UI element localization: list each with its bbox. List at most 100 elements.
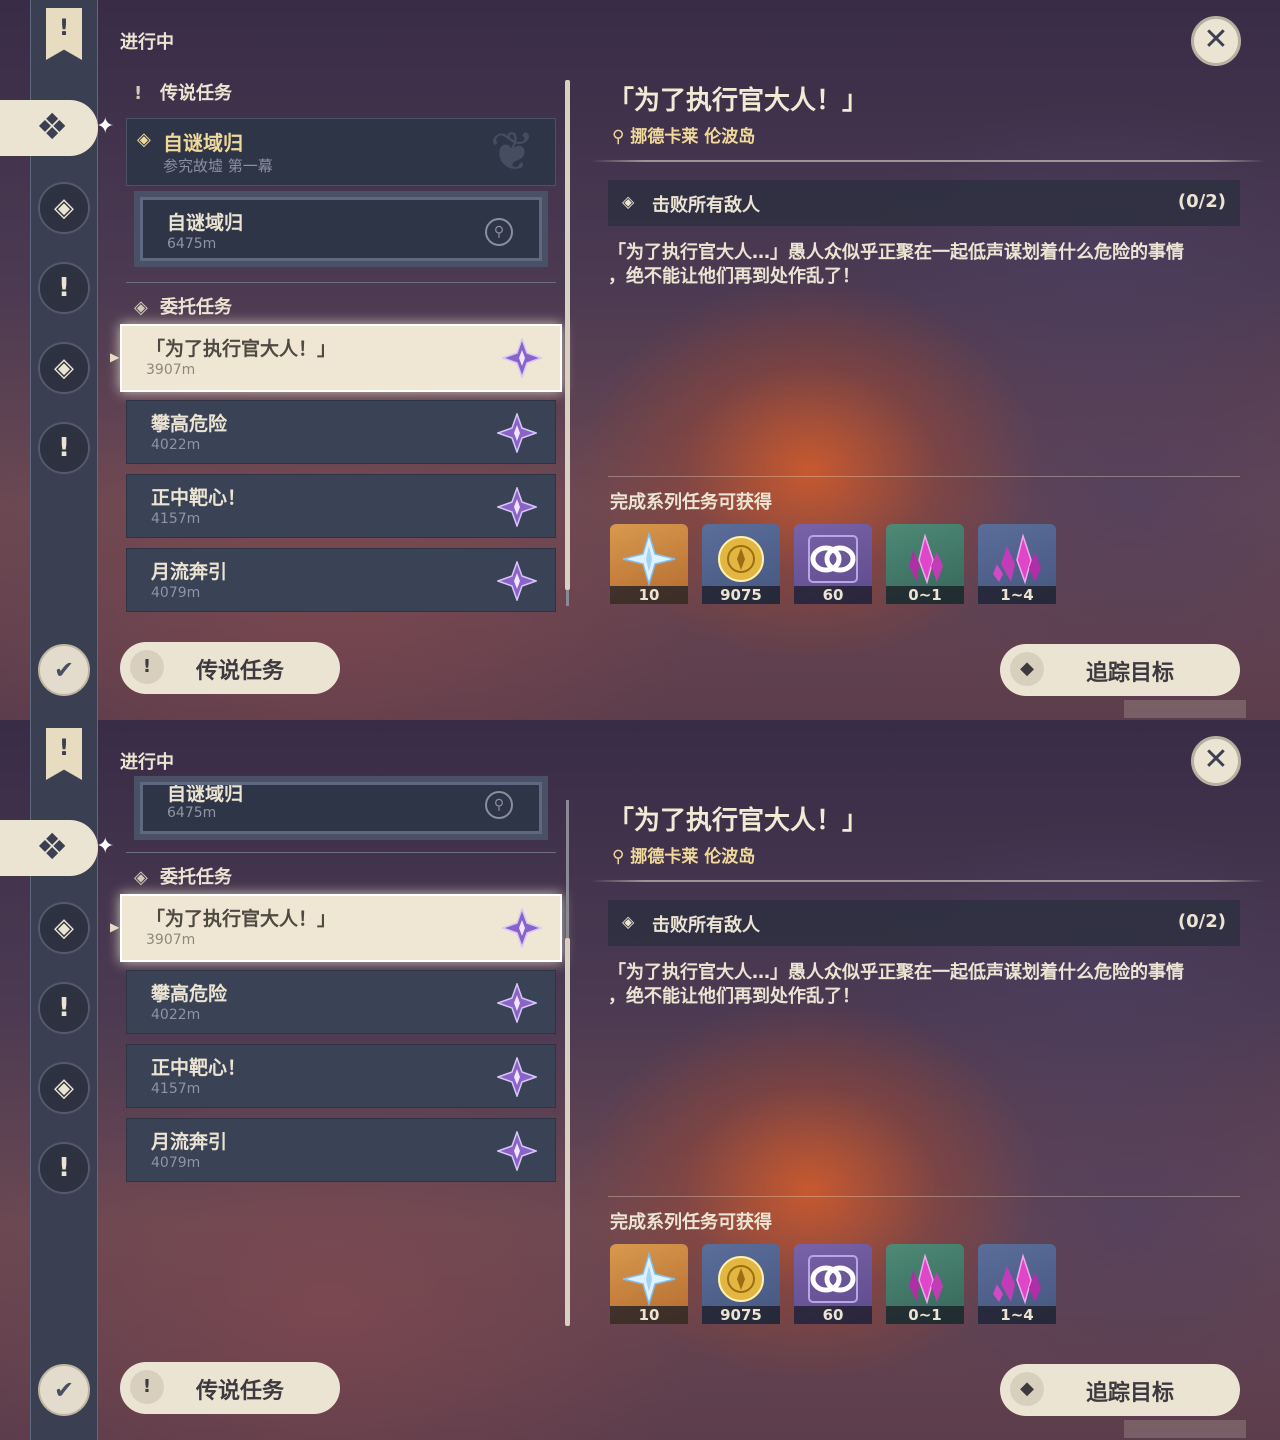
chapter-title: 自谜域归 [163, 131, 243, 155]
track-target-label: 追踪目标 [1086, 1381, 1175, 1406]
tab-archon-quests[interactable]: ◈ [38, 902, 90, 954]
adventure-exp-icon [808, 1255, 858, 1303]
track-target-button[interactable]: ◆ 追踪目标 [1000, 644, 1240, 696]
close-button[interactable]: ✕ [1191, 736, 1241, 786]
quest-list-scrollbar[interactable] [565, 80, 570, 606]
quest-name: 「为了执行官大人！」 [146, 338, 337, 360]
description-line-2: ，绝不能让他们再到处作乱了！ [608, 266, 860, 287]
quest-location: ⚲ 挪德卡莱 伦波岛 [612, 127, 756, 147]
archon-chapter-card[interactable]: ◈ 自谜域归 参究故墟 第一幕 ❦ [126, 118, 556, 186]
commission-star-icon [502, 338, 542, 378]
reward-crystal-cluster[interactable]: 1~4 [978, 524, 1056, 604]
commission-item-3[interactable]: 正中靶心！ 4157m [126, 1044, 556, 1108]
rewards-header: 完成系列任务可获得 [610, 492, 772, 513]
tab-all-quests[interactable]: ❖ ✦ [0, 820, 114, 876]
reward-mora[interactable]: 9075 [702, 524, 780, 604]
scrollbar-thumb[interactable] [565, 938, 570, 1326]
rewards-divider [608, 476, 1240, 477]
adventure-exp-icon [808, 535, 858, 583]
close-icon: ✕ [1203, 742, 1229, 777]
quest-list-scrollbar[interactable] [565, 800, 570, 1326]
exclaim-icon: ! [130, 650, 164, 684]
close-icon: ✕ [1203, 22, 1229, 57]
commission-diamond-icon: ◈ [134, 297, 148, 318]
description-line-1: 「为了执行官大人…」愚人众似乎正聚在一起低声谋划着什么危险的事情 [608, 962, 1184, 983]
tab-all-quests[interactable]: ❖ ✦ [0, 100, 114, 156]
tab-world-quests[interactable]: ! [38, 422, 90, 474]
crystal-chunk-icon [909, 533, 943, 585]
crystal-chunk-icon [909, 1253, 943, 1305]
reward-count: 10 [610, 1306, 688, 1324]
commission-star-icon [497, 983, 537, 1023]
commission-item-3[interactable]: 正中靶心！ 4157m [126, 474, 556, 538]
archon-quest-button-label: 传说任务 [196, 659, 285, 684]
chapter-emblem-icon: ❦ [489, 120, 535, 183]
location-icon: ⚲ [612, 127, 625, 147]
archon-quest-item[interactable]: 自谜域归 6475m ⚲ [134, 191, 548, 267]
description-line-1: 「为了执行官大人…」愚人众似乎正聚在一起低声谋划着什么危险的事情 [608, 242, 1184, 263]
quest-name: 「为了执行官大人！」 [146, 908, 337, 930]
archon-quest-icon: ◈ [54, 913, 74, 943]
track-diamond-icon: ◆ [1010, 652, 1044, 686]
archon-quest-button-label: 传说任务 [196, 1379, 285, 1404]
commission-item-2[interactable]: 攀高危险 4022m [126, 970, 556, 1034]
mora-icon [718, 536, 764, 582]
reward-crystal-chunk[interactable]: 0~1 [886, 524, 964, 604]
reward-count: 9075 [702, 1306, 780, 1324]
quest-name: 月流奔引 [151, 561, 228, 583]
objective-text: 击败所有敌人 [652, 195, 760, 216]
tab-completed-quests[interactable]: ✔ [38, 644, 90, 696]
archon-quest-button[interactable]: ! 传说任务 [120, 642, 340, 694]
chapter-subtitle: 参究故墟 第一幕 [163, 157, 273, 175]
commission-item-1[interactable]: 「为了执行官大人！」 3907m [120, 894, 562, 962]
reward-crystal-cluster[interactable]: 1~4 [978, 1244, 1056, 1324]
track-target-button[interactable]: ◆ 追踪目标 [1000, 1364, 1240, 1416]
rewards-header: 完成系列任务可获得 [610, 1212, 772, 1233]
commission-star-icon [497, 1131, 537, 1171]
commission-item-4[interactable]: 月流奔引 4079m [126, 548, 556, 612]
exclaim-icon: ! [134, 83, 143, 104]
quest-distance: 6475m [167, 805, 217, 821]
quest-name: 攀高危险 [151, 983, 228, 1005]
commission-item-1[interactable]: 「为了执行官大人！」 3907m [120, 324, 562, 392]
reward-primogem[interactable]: 10 [610, 524, 688, 604]
commission-item-4[interactable]: 月流奔引 4079m [126, 1118, 556, 1182]
primogem-icon [622, 531, 676, 587]
reward-count: 0~1 [886, 1306, 964, 1324]
tab-archon-quests[interactable]: ◈ [38, 182, 90, 234]
tab-commissions[interactable]: ◈ [38, 1062, 90, 1114]
quest-distance: 4022m [151, 1007, 201, 1023]
crystal-cluster-icon [993, 533, 1041, 585]
reward-adventure-exp[interactable]: 60 [794, 524, 872, 604]
quest-name: 月流奔引 [151, 1131, 228, 1153]
quest-name: 攀高危险 [151, 413, 228, 435]
quest-title: 「为了执行官大人！」 [608, 86, 869, 116]
reward-crystal-chunk[interactable]: 0~1 [886, 1244, 964, 1324]
tab-commissions[interactable]: ◈ [38, 342, 90, 394]
quest-distance: 3907m [146, 362, 196, 378]
quest-name: 正中靶心！ [151, 487, 247, 509]
reward-count: 60 [794, 1306, 872, 1324]
objective-progress: (0/2) [1177, 911, 1226, 932]
tab-story-quests[interactable]: ! [38, 262, 90, 314]
tab-story-quests[interactable]: ! [38, 982, 90, 1034]
scrollbar-thumb[interactable] [565, 80, 570, 590]
archon-quest-item[interactable]: 自谜域归 6475m ⚲ [134, 776, 548, 840]
tab-completed-quests[interactable]: ✔ [38, 1364, 90, 1416]
location-pin-icon: ⚲ [485, 791, 513, 819]
reward-primogem[interactable]: 10 [610, 1244, 688, 1324]
quest-distance: 4157m [151, 511, 201, 527]
close-button[interactable]: ✕ [1191, 16, 1241, 66]
quest-screen-1: ! ❖ ✦ ◈ ! ◈ ! ✔ 进行中 ! 传说任务 ◈ 自谜域归 参究故墟 第一… [0, 0, 1280, 720]
reward-count: 10 [610, 586, 688, 604]
reward-adventure-exp[interactable]: 60 [794, 1244, 872, 1324]
objective-progress: (0/2) [1177, 191, 1226, 212]
all-quests-icon: ❖ [36, 107, 69, 148]
archon-quest-button[interactable]: ! 传说任务 [120, 1362, 340, 1414]
tab-world-quests[interactable]: ! [38, 1142, 90, 1194]
crystal-cluster-icon [993, 1253, 1041, 1305]
exclaim-icon: ! [130, 1370, 164, 1404]
reward-mora[interactable]: 9075 [702, 1244, 780, 1324]
quest-title: 「为了执行官大人！」 [608, 806, 869, 836]
commission-item-2[interactable]: 攀高危险 4022m [126, 400, 556, 464]
